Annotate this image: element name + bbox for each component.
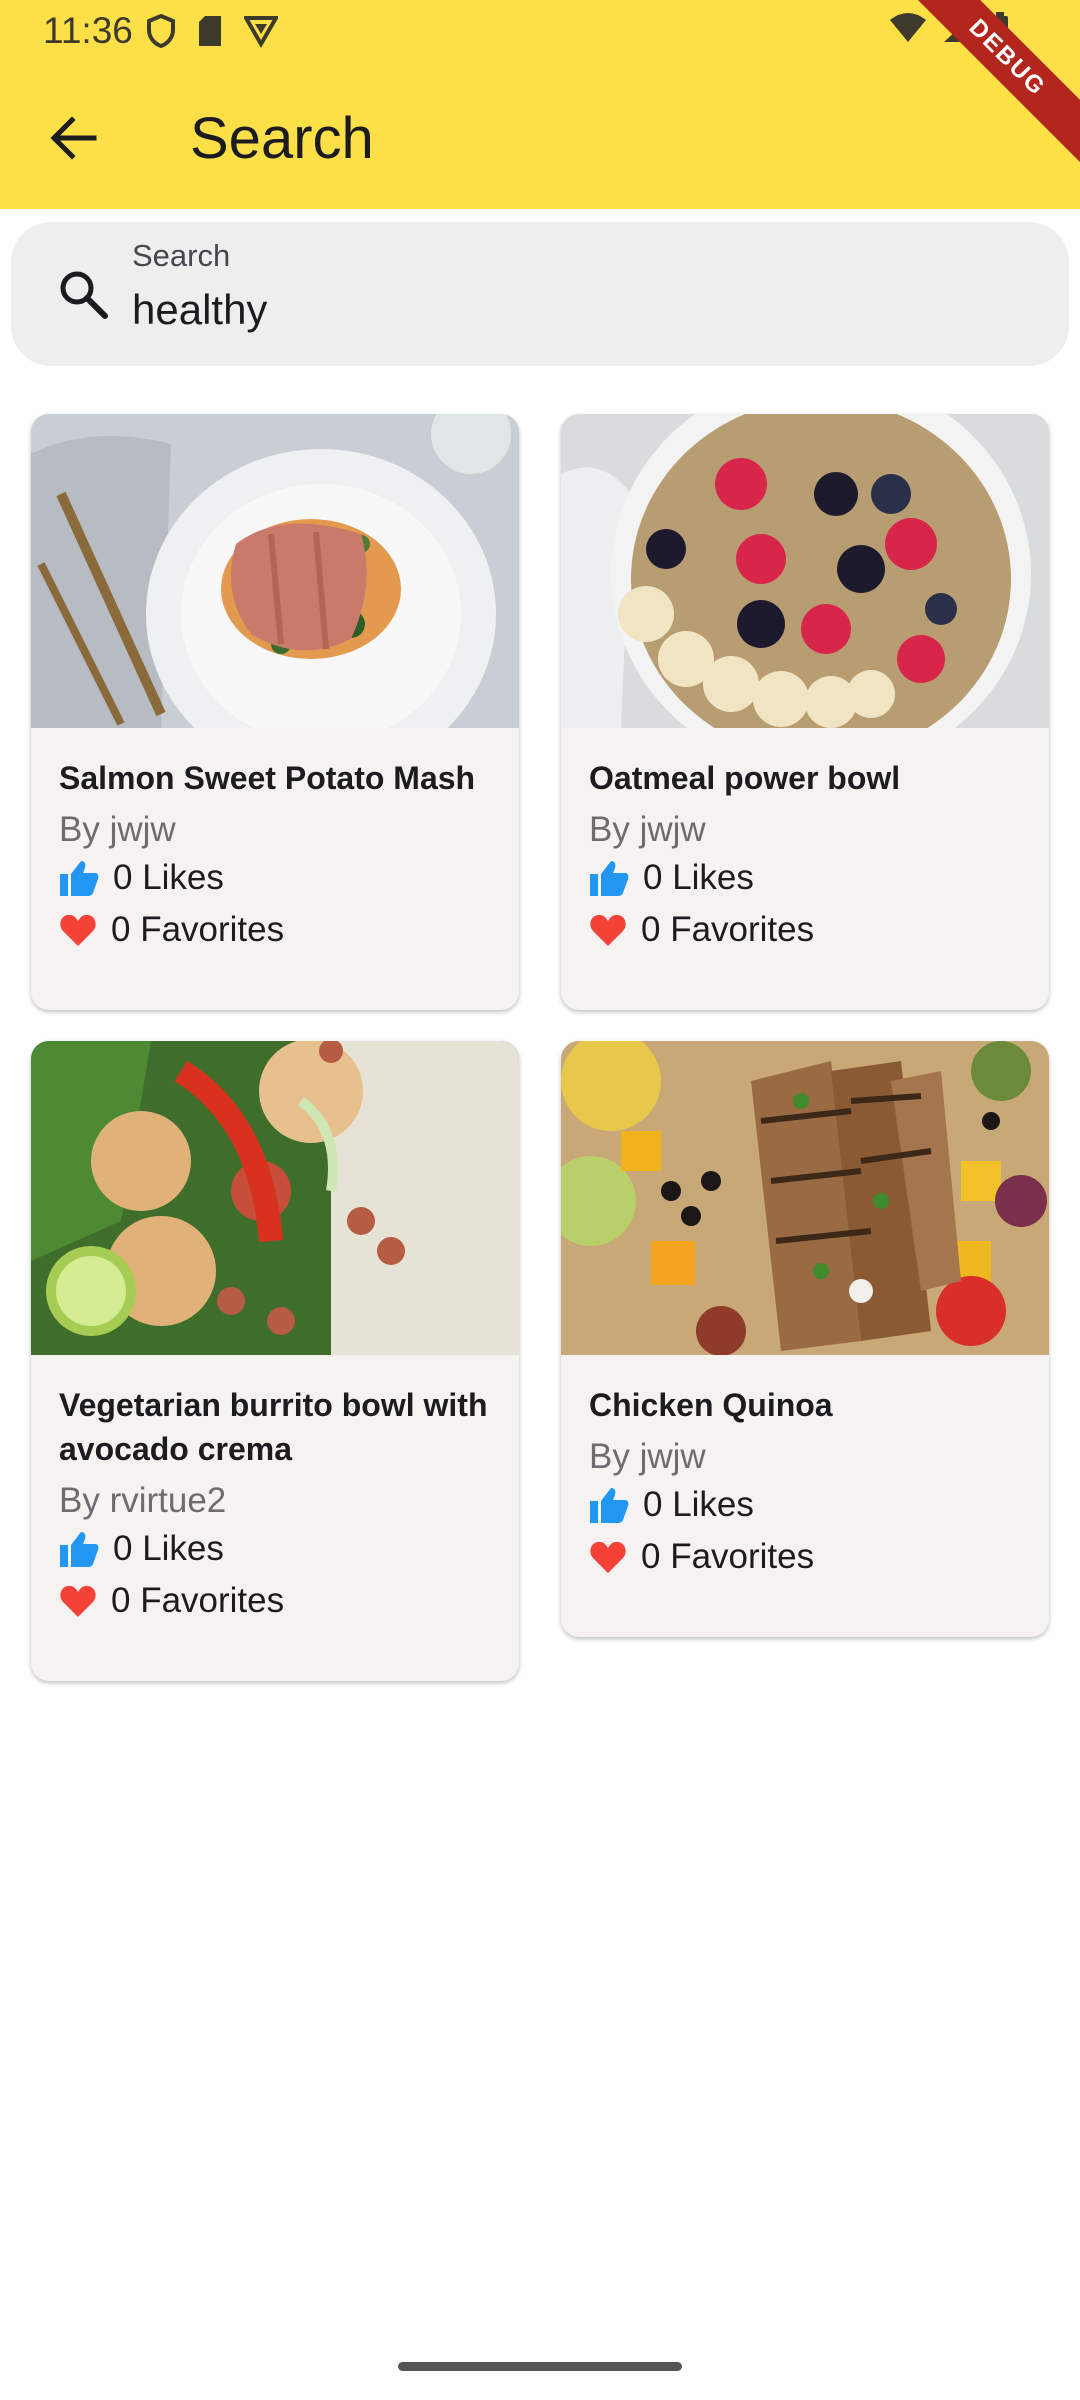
thumb-up-icon: [60, 1532, 99, 1567]
status-time: 11:36: [43, 10, 133, 51]
thumb-up-icon: [590, 861, 629, 896]
recipe-card[interactable]: Salmon Sweet Potato Mash By jwjw 0 Likes…: [31, 414, 519, 1010]
sd-card-icon: [199, 16, 221, 46]
likes-row: 0 Likes: [589, 852, 1021, 904]
recipe-card[interactable]: Vegetarian burrito bowl with avocado cre…: [31, 1041, 519, 1681]
search-input[interactable]: healthy: [132, 286, 267, 334]
thumb-up-icon: [590, 1488, 629, 1523]
arrow-back-icon: [50, 116, 97, 160]
favorites-count: 0 Favorites: [111, 910, 285, 949]
recipe-title: Salmon Sweet Potato Mash: [59, 760, 476, 796]
recipe-card[interactable]: Chicken Quinoa By jwjw 0 Likes 0 Favorit…: [561, 1041, 1049, 1637]
search-field-label: Search: [132, 238, 231, 273]
heart-icon: [590, 914, 626, 946]
recipe-title: Chicken Quinoa: [589, 1387, 833, 1423]
favorites-count: 0 Favorites: [641, 910, 815, 949]
shield-icon: [147, 14, 175, 48]
app-bar: 11:36 Search DEBUG: [0, 0, 1080, 209]
likes-count: 0 Likes: [113, 1529, 224, 1568]
likes-count: 0 Likes: [643, 858, 754, 897]
favorites-row: 0 Favorites: [59, 1575, 491, 1627]
status-notification-icons: [146, 14, 278, 48]
search-icon: [60, 271, 108, 319]
heart-icon: [60, 1585, 96, 1617]
favorites-row: 0 Favorites: [589, 904, 1021, 956]
back-button[interactable]: [36, 100, 112, 176]
recipe-author: By jwjw: [59, 810, 176, 849]
recipe-title: Vegetarian burrito bowl with avocado cre…: [59, 1387, 488, 1467]
recipe-author: By rvirtue2: [59, 1481, 227, 1520]
favorites-count: 0 Favorites: [111, 1581, 285, 1620]
recipe-image: [31, 414, 519, 728]
likes-count: 0 Likes: [113, 858, 224, 897]
recipe-card[interactable]: Oatmeal power bowl By jwjw 0 Likes 0 Fav…: [561, 414, 1049, 1010]
favorites-row: 0 Favorites: [59, 904, 491, 956]
recipe-author: By jwjw: [589, 810, 706, 849]
home-indicator[interactable]: [398, 2362, 682, 2371]
wifi-icon: [890, 13, 926, 42]
likes-row: 0 Likes: [589, 1479, 1021, 1531]
likes-count: 0 Likes: [643, 1485, 754, 1524]
page-title: Search: [190, 106, 374, 171]
likes-row: 0 Likes: [59, 1523, 491, 1575]
heart-icon: [590, 1541, 626, 1573]
recipe-image: [561, 1041, 1049, 1355]
recipe-author: By jwjw: [589, 1437, 706, 1476]
recipe-title: Oatmeal power bowl: [589, 760, 901, 796]
likes-row: 0 Likes: [59, 852, 491, 904]
favorites-count: 0 Favorites: [641, 1537, 815, 1576]
vpn-icon: [244, 16, 278, 48]
recipe-image: [561, 414, 1049, 728]
recipe-image: [31, 1041, 519, 1355]
heart-icon: [60, 914, 96, 946]
thumb-up-icon: [60, 861, 99, 896]
favorites-row: 0 Favorites: [589, 1531, 1021, 1583]
